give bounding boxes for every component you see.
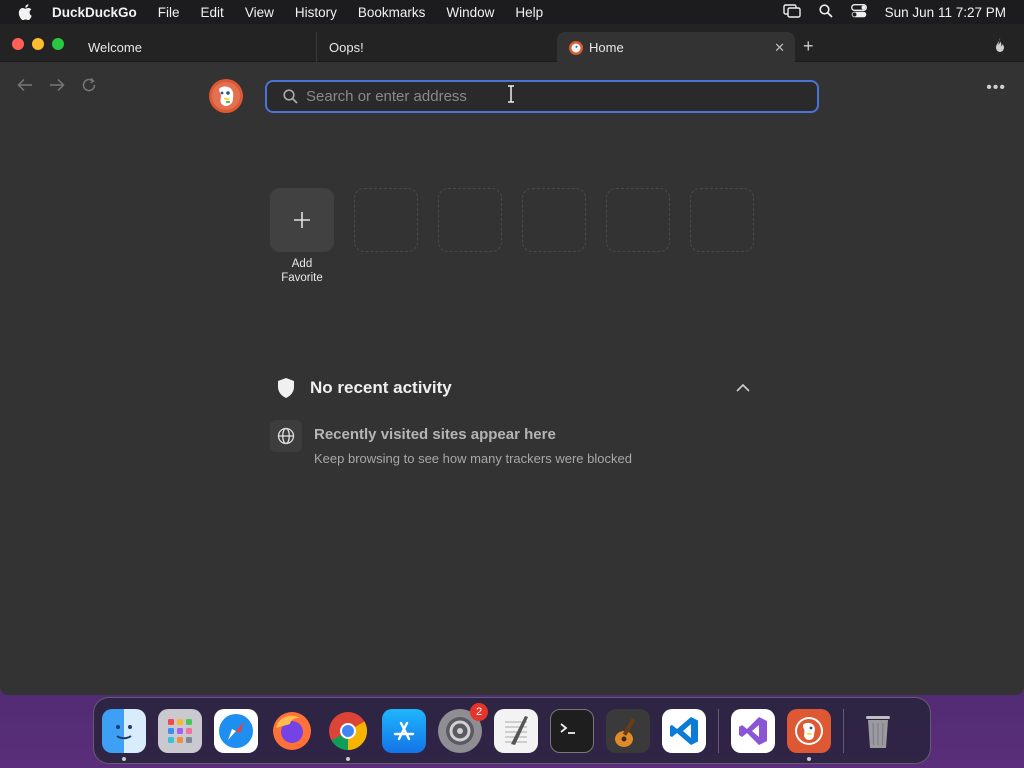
- favorite-slot: [354, 188, 418, 252]
- terminal-icon[interactable]: [550, 708, 594, 753]
- tab-label: Home: [589, 40, 624, 55]
- add-favorite-label: Add Favorite: [281, 258, 323, 284]
- running-indicator: [346, 756, 350, 761]
- finder-icon[interactable]: [102, 708, 146, 761]
- visual-studio-icon[interactable]: [731, 708, 775, 753]
- favorites-grid: [270, 188, 754, 252]
- shield-icon: [278, 378, 294, 398]
- app-store-icon[interactable]: [382, 708, 426, 753]
- tab-home[interactable]: Home ✕: [557, 32, 795, 63]
- spotlight-search-icon[interactable]: [819, 3, 833, 21]
- textedit-icon[interactable]: [494, 708, 538, 753]
- duckduckgo-favicon-icon: [569, 40, 583, 55]
- dock-separator: [843, 708, 844, 753]
- menu-app-name[interactable]: DuckDuckGo: [52, 5, 137, 20]
- plus-icon: [294, 212, 310, 228]
- garageband-icon[interactable]: [606, 708, 650, 753]
- menu-file[interactable]: File: [158, 5, 180, 20]
- recent-activity-title: No recent activity: [310, 378, 452, 397]
- menu-bar: DuckDuckGo File Edit View History Bookma…: [0, 0, 1024, 24]
- text-cursor-icon: [508, 85, 514, 103]
- favorite-slot: [690, 188, 754, 252]
- tab-oops[interactable]: Oops!: [316, 32, 556, 62]
- new-tab-button[interactable]: +: [803, 36, 814, 57]
- vscode-icon[interactable]: [662, 708, 706, 753]
- globe-icon: [270, 420, 302, 452]
- close-tab-icon[interactable]: ✕: [774, 40, 785, 56]
- zoom-window-button[interactable]: [52, 38, 64, 50]
- search-input[interactable]: [306, 88, 786, 105]
- browser-window: Welcome Oops! Home ✕ + Search or enter a…: [0, 24, 1024, 695]
- favorite-slot: [438, 188, 502, 252]
- screen-mirroring-icon[interactable]: [782, 3, 801, 21]
- recent-activity-header: No recent activity: [276, 376, 756, 400]
- menu-help[interactable]: Help: [515, 5, 543, 20]
- running-indicator: [807, 756, 811, 761]
- chrome-icon[interactable]: [326, 709, 370, 761]
- chevron-up-icon[interactable]: [736, 380, 750, 398]
- tab-welcome[interactable]: Welcome: [76, 32, 316, 62]
- navigation-buttons: [16, 76, 98, 94]
- apple-icon[interactable]: [18, 4, 36, 20]
- system-settings-icon[interactable]: 2: [438, 702, 488, 753]
- duckduckgo-app-icon[interactable]: [787, 708, 831, 761]
- menu-window[interactable]: Window: [446, 5, 494, 20]
- safari-icon[interactable]: [214, 708, 258, 753]
- menu-view[interactable]: View: [245, 5, 274, 20]
- menubar-clock[interactable]: Sun Jun 11 7:27 PM: [885, 5, 1006, 20]
- trash-icon[interactable]: [856, 709, 900, 753]
- back-arrow-icon[interactable]: [16, 76, 34, 94]
- control-center-icon[interactable]: [850, 3, 867, 21]
- duckduckgo-logo-icon: [209, 79, 243, 113]
- tab-label: Welcome: [88, 39, 142, 55]
- tab-bar: Welcome Oops! Home ✕ +: [0, 24, 1024, 63]
- address-bar[interactable]: [265, 80, 819, 113]
- window-controls: [12, 38, 64, 50]
- forward-arrow-icon[interactable]: [48, 76, 66, 94]
- add-favorite-button[interactable]: [270, 188, 334, 252]
- reload-icon[interactable]: [80, 76, 98, 94]
- more-options-icon[interactable]: •••: [986, 79, 1006, 97]
- empty-state-heading: Recently visited sites appear here: [314, 426, 556, 443]
- favorite-slot: [522, 188, 586, 252]
- dock: 2: [93, 697, 931, 764]
- fire-burn-icon[interactable]: [992, 37, 1008, 58]
- menu-bookmarks[interactable]: Bookmarks: [358, 5, 426, 20]
- minimize-window-button[interactable]: [32, 38, 44, 50]
- menu-history[interactable]: History: [295, 5, 337, 20]
- firefox-icon[interactable]: [270, 709, 314, 753]
- dock-separator: [718, 708, 719, 753]
- tab-label: Oops!: [329, 39, 364, 55]
- notification-badge: 2: [470, 702, 488, 721]
- favorite-slot: [606, 188, 670, 252]
- running-indicator: [122, 756, 126, 761]
- recent-activity-empty-state: Recently visited sites appear here Keep …: [270, 420, 770, 480]
- search-icon: [283, 89, 298, 104]
- menu-edit[interactable]: Edit: [201, 5, 224, 20]
- empty-state-subtext: Keep browsing to see how many trackers w…: [314, 451, 632, 466]
- launchpad-icon[interactable]: [158, 708, 202, 753]
- close-window-button[interactable]: [12, 38, 24, 50]
